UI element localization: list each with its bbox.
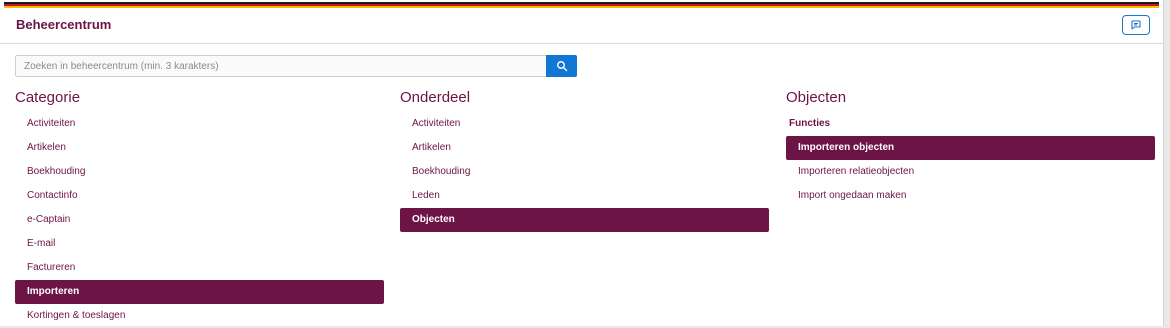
objecten-item[interactable]: Importeren objecten [786,136,1155,160]
search-button[interactable] [546,55,577,77]
categorie-item[interactable]: Artikelen [15,136,384,160]
categorie-heading: Categorie [15,89,81,106]
beheercentrum-panel: Beheercentrum Categorie ActiviteitenArti… [0,0,1164,326]
objecten-list: Functies Importeren objecten Importeren r… [786,112,1155,208]
page-title: Beheercentrum [16,17,112,32]
chat-button[interactable] [1122,15,1150,35]
categorie-item[interactable]: Boekhouding [15,160,384,184]
objecten-column: Objecten Functies Importeren objecten Imp… [786,88,1155,208]
onderdeel-item[interactable]: Artikelen [400,136,769,160]
categorie-column: Categorie Activiteiten Artikelen Boekhoudi… [15,88,384,328]
objecten-heading: Objecten [786,89,847,106]
header: Beheercentrum [0,8,1163,44]
functies-label: Functies [789,118,831,129]
search-input[interactable] [15,55,546,77]
categorie-item[interactable]: e-Captain [15,208,384,232]
onderdeel-item[interactable]: Leden [400,184,769,208]
categorie-item[interactable]: Factureren [15,256,384,280]
onderdeel-item[interactable]: Activiteiten [400,112,769,136]
categorie-item[interactable]: Importeren [15,280,384,304]
onderdeel-item[interactable]: Objecten [400,208,769,232]
objecten-item[interactable]: Importeren relatieobjecten [786,160,1155,184]
message-square-icon [1131,20,1141,30]
objecten-item[interactable]: Import ongedaan maken [786,184,1155,208]
onderdeel-heading: Onderdeel [400,89,471,106]
search-icon [556,61,567,72]
categorie-item[interactable]: Contactinfo [15,184,384,208]
onderdeel-column: Onderdeel Activiteiten Artikelen Boekhoudi… [400,88,769,232]
categorie-list: Activiteiten Artikelen Boekhouding Contacti… [15,112,384,328]
onderdeel-list: Activiteiten Artikelen Boekhouding Leden Obj… [400,112,769,232]
categorie-item[interactable]: E-mail [15,232,384,256]
onderdeel-item[interactable]: Boekhouding [400,160,769,184]
categorie-item[interactable]: Kortingen & toeslagen [15,304,384,328]
categorie-item[interactable]: Activiteiten [15,112,384,136]
